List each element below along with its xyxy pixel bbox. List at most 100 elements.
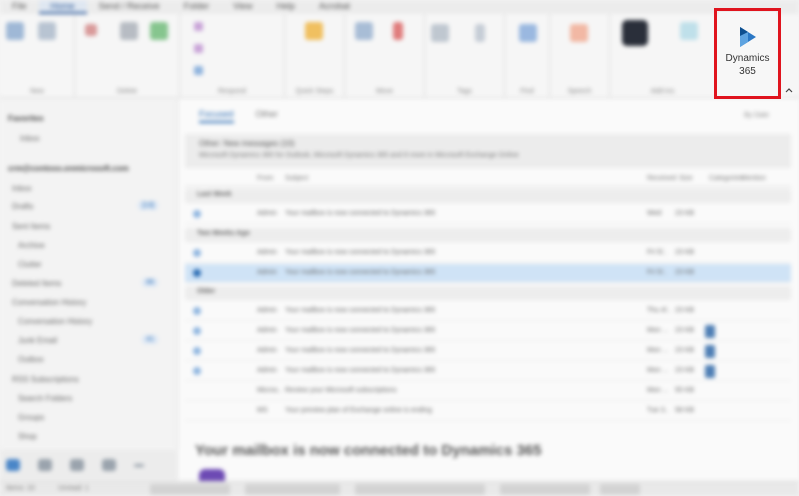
taskbar-item[interactable] — [500, 484, 590, 495]
folder-item[interactable]: Clutter — [0, 257, 178, 273]
folder-item[interactable]: Groups — [0, 410, 178, 426]
reading-pane-subject: Your mailbox is now connected to Dynamic… — [195, 442, 542, 459]
more-icon[interactable] — [134, 463, 144, 467]
delete-icon — [120, 22, 138, 40]
tab-other[interactable]: Other — [256, 109, 279, 123]
column-categories[interactable]: Categories — [709, 175, 743, 182]
mail-icon[interactable] — [6, 459, 20, 471]
folder-item[interactable]: Sent Items — [0, 219, 178, 235]
sort-dropdown[interactable]: By Date — [744, 112, 769, 119]
tab-view[interactable]: View — [221, 0, 264, 14]
rules-button[interactable] — [393, 22, 403, 40]
unread-read-button[interactable] — [431, 24, 449, 42]
table-row[interactable]: Admin Your mailbox is now connected to Dy… — [185, 302, 791, 321]
account-header[interactable]: crm@contoso.onmicrosoft.com — [0, 161, 178, 177]
folder-item[interactable]: Search Folders — [0, 391, 178, 407]
tasks-icon[interactable] — [102, 459, 116, 471]
banner-subtitle: Microsoft Dynamics 365 for Outlook, Micr… — [199, 152, 519, 159]
insights-button[interactable] — [680, 22, 698, 40]
column-size[interactable]: Size — [679, 175, 693, 182]
move-button[interactable] — [355, 22, 373, 40]
ribbon-tabs: File Home Send / Receive Folder View Hel… — [0, 0, 799, 14]
new-email-button[interactable] — [6, 22, 24, 40]
group-header[interactable]: Two Weeks Ago — [185, 228, 791, 242]
message-icon — [193, 210, 201, 218]
group-label-delete: Delete — [116, 88, 138, 95]
tab-acrobat[interactable]: Acrobat — [307, 0, 362, 14]
message-icon — [193, 347, 201, 355]
archive-icon — [150, 22, 168, 40]
table-row[interactable]: Admin Your mailbox is now connected to Dy… — [185, 342, 791, 361]
folder-item[interactable]: Archive — [0, 238, 178, 254]
folder-item[interactable]: Deleted Items 86 — [0, 276, 178, 292]
ignore-button[interactable] — [85, 24, 97, 36]
table-row[interactable]: Admin Your mailbox is now connected to Dy… — [185, 244, 791, 263]
group-header[interactable]: Last Week — [185, 189, 791, 203]
group-label-tags: Tags — [457, 88, 472, 95]
focused-other-tabs: Focused Other — [199, 109, 278, 123]
group-header[interactable]: Older — [185, 286, 791, 300]
outlook-window: File Home Send / Receive Folder View Hel… — [0, 0, 799, 496]
quick-steps-button[interactable] — [305, 22, 323, 40]
reply-button[interactable] — [194, 22, 203, 31]
tab-file[interactable]: File — [0, 0, 39, 14]
taskbar-item[interactable] — [245, 484, 340, 495]
folder-item[interactable]: Junk Email 41 — [0, 333, 178, 349]
collapse-ribbon-icon[interactable] — [784, 85, 794, 95]
people-icon[interactable] — [70, 459, 84, 471]
group-label-quick-steps: Quick Steps — [295, 88, 334, 95]
delete-button[interactable] — [120, 22, 138, 40]
taskbar-item[interactable] — [355, 484, 485, 495]
message-icon — [193, 367, 201, 375]
table-row[interactable]: Micros.. Review your Microsoft subscripti… — [185, 382, 791, 401]
ribbon-group-quick-steps: Quick Steps — [285, 14, 345, 98]
new-items-button[interactable] — [38, 22, 56, 40]
favorite-inbox[interactable]: Inbox — [0, 131, 178, 147]
table-row[interactable]: Admin Your mailbox is now connected to Dy… — [185, 322, 791, 341]
search-people-button[interactable] — [519, 24, 537, 42]
taskbar-item[interactable] — [150, 484, 230, 495]
ribbon-group-new: New — [0, 14, 75, 98]
column-subject[interactable]: Subject — [285, 175, 308, 182]
tab-home[interactable]: Home — [38, 0, 87, 14]
folder-item[interactable]: Conversation History — [0, 314, 178, 330]
folder-item[interactable]: Conversation History — [0, 295, 178, 311]
favorites-header[interactable]: Favorites — [0, 111, 178, 127]
folder-item[interactable]: Inbox — [0, 181, 178, 197]
other-notification-banner[interactable]: Other: New messages (10) Microsoft Dynam… — [185, 134, 791, 168]
folder-item[interactable]: Shop — [0, 429, 178, 445]
archive-button[interactable] — [150, 22, 168, 40]
categorize-icon — [475, 24, 485, 42]
column-from[interactable]: From — [257, 175, 273, 182]
taskbar-item[interactable] — [600, 484, 640, 495]
banner-title: Other: New messages (10) — [199, 139, 295, 148]
column-header: From Subject Received Size Categories Me… — [185, 173, 791, 187]
table-row[interactable]: Admin Your mailbox is now connected to Dy… — [185, 362, 791, 381]
table-row[interactable]: MS Your preview plan of Exchange online i… — [185, 402, 791, 421]
folder-item[interactable]: RSS Subscriptions — [0, 372, 178, 388]
forward-button[interactable] — [194, 66, 203, 75]
message-icon — [193, 249, 201, 257]
read-aloud-button[interactable] — [570, 24, 588, 42]
folder-item[interactable]: Outbox — [0, 352, 178, 368]
tab-focused[interactable]: Focused — [199, 109, 234, 123]
column-mention[interactable]: Mention — [741, 175, 766, 182]
categorize-button[interactable] — [475, 24, 485, 42]
tab-send-receive[interactable]: Send / Receive — [87, 0, 172, 14]
reply-all-button[interactable] — [194, 44, 203, 53]
ribbon: New Delete Respond Quick Steps Move Tags — [0, 14, 799, 98]
tab-folder[interactable]: Folder — [172, 0, 222, 14]
highlight-box — [714, 8, 781, 99]
table-row-selected[interactable]: Admin Your mailbox is now connected to Dy… — [185, 264, 791, 283]
reply-all-icon — [194, 44, 203, 53]
tab-help[interactable]: Help — [264, 0, 307, 14]
table-row[interactable]: Admin Your mailbox is now connected to Dy… — [185, 205, 791, 224]
get-add-ins-button[interactable] — [622, 20, 648, 46]
quick-steps-icon — [305, 22, 323, 40]
group-label-find: Find — [520, 88, 534, 95]
folder-item[interactable]: Drafts [13] — [0, 199, 178, 215]
ribbon-group-add-ins: Add-ins — [610, 14, 715, 98]
sender-avatar — [199, 469, 225, 481]
calendar-icon[interactable] — [38, 459, 52, 471]
column-received[interactable]: Received — [647, 175, 676, 182]
